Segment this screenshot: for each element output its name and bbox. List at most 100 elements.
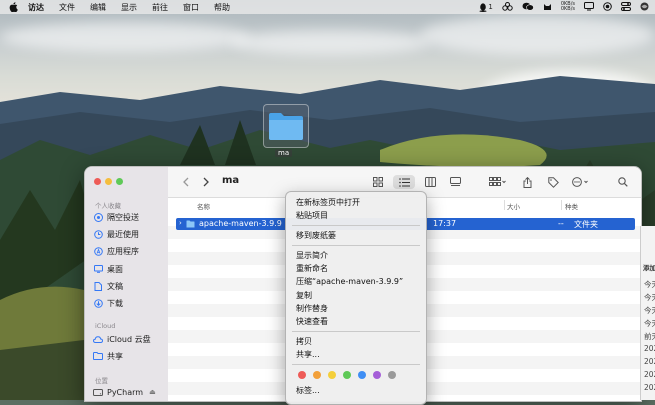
background-window-fragment: 添加 今天 今天 今天 今天 前天 202 202 202 202 xyxy=(640,226,655,400)
list-item: 前天 xyxy=(644,332,655,341)
sidebar-item-recents[interactable]: 最近使用 xyxy=(93,228,163,240)
tag-color-green[interactable] xyxy=(343,371,351,379)
forward-icon[interactable] xyxy=(200,175,212,189)
group-by-icon[interactable] xyxy=(486,175,510,189)
sidebar-item-airdrop[interactable]: 隔空投送 xyxy=(93,211,163,223)
apple-icon[interactable] xyxy=(9,2,21,12)
network-speed: 0KB/s 0KB/s xyxy=(561,2,575,12)
list-view-button[interactable] xyxy=(393,175,415,189)
cat-icon[interactable] xyxy=(543,2,552,13)
column-kind[interactable]: 种类 xyxy=(565,201,578,211)
window-controls xyxy=(94,178,123,185)
menu-window[interactable]: 窗口 xyxy=(183,2,199,13)
connection-icon[interactable] xyxy=(502,1,513,13)
menu-item-make-alias[interactable]: 制作替身 xyxy=(296,303,328,314)
sidebar-item-shared[interactable]: 共享 xyxy=(93,350,163,362)
sidebar-item-desktop[interactable]: 桌面 xyxy=(93,263,163,275)
qq-icon[interactable]: 1 xyxy=(479,2,493,12)
menu-item-copy[interactable]: 拷贝 xyxy=(296,336,312,347)
document-icon xyxy=(93,281,103,291)
menu-item-paste[interactable]: 粘贴项目 xyxy=(296,210,328,221)
menu-divider xyxy=(292,364,420,365)
drive-icon xyxy=(93,387,103,397)
context-menu: 在新标签页中打开 粘贴项目 移到废纸篓 显示简介 重新命名 压缩“apache-… xyxy=(285,191,427,405)
list-item: 202 xyxy=(644,383,655,392)
menu-item-duplicate[interactable]: 复制 xyxy=(296,290,312,301)
menu-finder[interactable]: 访达 xyxy=(28,2,44,13)
column-size[interactable]: 大小 xyxy=(507,201,520,211)
airdrop-icon xyxy=(93,212,103,222)
close-button[interactable] xyxy=(94,178,101,185)
disclosure-triangle-icon[interactable]: › xyxy=(179,219,182,227)
menu-view[interactable]: 显示 xyxy=(121,2,137,13)
tag-icon[interactable] xyxy=(546,175,560,189)
eject-icon[interactable]: ⏏ xyxy=(149,388,156,396)
menu-item-open-in-new-tab[interactable]: 在新标签页中打开 xyxy=(296,197,360,208)
siri-icon[interactable] xyxy=(640,2,649,13)
sidebar-item-label: iCloud 云盘 xyxy=(107,334,151,344)
menu-item-compress[interactable]: 压缩“apache-maven-3.9.9” xyxy=(296,276,403,287)
menu-file[interactable]: 文件 xyxy=(59,2,75,13)
sidebar-item-applications[interactable]: 应用程序 xyxy=(93,245,163,257)
menu-item-move-to-trash[interactable]: 移到废纸篓 xyxy=(296,230,336,241)
sidebar-item-label: 下载 xyxy=(107,298,123,308)
net-download: 0KB/s xyxy=(560,6,575,12)
more-actions-icon[interactable] xyxy=(569,175,593,189)
menu-divider xyxy=(292,225,420,226)
sidebar-item-label: PyCharm xyxy=(107,387,144,397)
sidebar-section-favorites: 个人收藏 xyxy=(95,202,121,210)
notification-count: 1 xyxy=(488,3,493,11)
icon-view-button[interactable] xyxy=(369,175,387,189)
list-item: 今天 xyxy=(644,306,655,315)
menu-item-rename[interactable]: 重新命名 xyxy=(296,263,328,274)
sidebar-item-label: 文稿 xyxy=(107,281,123,291)
download-icon xyxy=(93,298,103,308)
desktop-folder-icon[interactable] xyxy=(263,104,309,148)
search-icon[interactable] xyxy=(616,175,630,189)
menu-item-share[interactable]: 共享... xyxy=(296,349,320,360)
menu-help[interactable]: 帮助 xyxy=(214,2,230,13)
menu-item-get-info[interactable]: 显示简介 xyxy=(296,250,328,261)
sidebar-item-pycharm[interactable]: PyCharm ⏏ xyxy=(93,386,163,398)
sidebar-item-label: 最近使用 xyxy=(107,229,139,239)
tag-color-orange[interactable] xyxy=(313,371,321,379)
menu-edit[interactable]: 编辑 xyxy=(90,2,106,13)
menu-item-tags[interactable]: 标签... xyxy=(296,385,320,396)
tag-color-purple[interactable] xyxy=(373,371,381,379)
menu-go[interactable]: 前往 xyxy=(152,2,168,13)
tag-color-red[interactable] xyxy=(298,371,306,379)
control-center-icon[interactable] xyxy=(621,1,631,13)
sidebar-item-downloads[interactable]: 下载 xyxy=(93,297,163,309)
wechat-icon[interactable] xyxy=(522,2,534,13)
list-item: 202 xyxy=(644,370,655,379)
sidebar-section-icloud: iCloud xyxy=(95,322,116,330)
file-name: apache-maven-3.9.9 xyxy=(199,219,282,228)
menu-item-quick-look[interactable]: 快速查看 xyxy=(296,316,328,327)
list-item: 今天 xyxy=(644,319,655,328)
back-icon[interactable] xyxy=(180,175,192,189)
minimize-button[interactable] xyxy=(105,178,112,185)
list-item: 202 xyxy=(644,357,655,366)
column-name[interactable]: 名称 xyxy=(197,201,210,211)
clock-icon xyxy=(93,229,103,239)
sidebar-section-locations: 位置 xyxy=(95,377,108,385)
sidebar-item-documents[interactable]: 文稿 xyxy=(93,280,163,292)
zoom-button[interactable] xyxy=(116,178,123,185)
tag-color-gray[interactable] xyxy=(388,371,396,379)
sidebar-item-label: 应用程序 xyxy=(107,246,139,256)
menu-divider xyxy=(292,245,420,246)
focus-icon[interactable] xyxy=(603,1,612,13)
tag-color-yellow[interactable] xyxy=(328,371,336,379)
cloud-icon xyxy=(93,334,103,344)
tag-color-blue[interactable] xyxy=(358,371,366,379)
column-view-button[interactable] xyxy=(421,175,439,189)
folder-icon xyxy=(186,220,195,230)
share-icon[interactable] xyxy=(520,175,534,189)
sidebar-item-icloud-drive[interactable]: iCloud 云盘 xyxy=(93,333,163,345)
applications-icon xyxy=(93,246,103,256)
sidebar-item-label: 共享 xyxy=(107,351,123,361)
file-date: 17:37 xyxy=(433,219,457,228)
desktop-folder-label[interactable]: ma xyxy=(275,149,293,157)
monitor-icon[interactable] xyxy=(584,1,594,13)
gallery-view-button[interactable] xyxy=(446,175,464,189)
